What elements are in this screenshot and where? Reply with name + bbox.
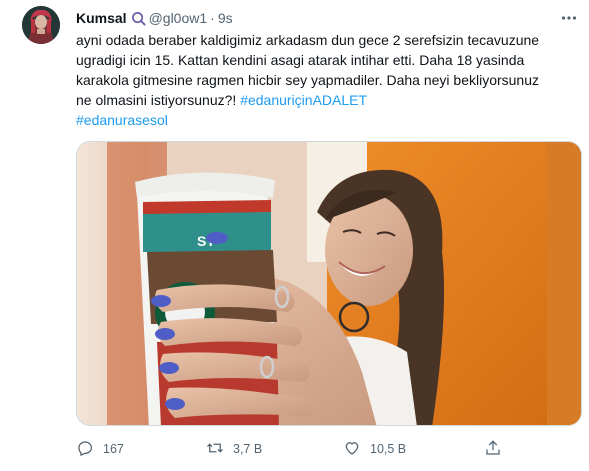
tweet-text: ayni odada beraber kaldigimiz arkadasm d… — [76, 30, 576, 130]
reply-button[interactable]: 167 — [76, 438, 124, 460]
hashtag-link[interactable]: #edanurasesol — [76, 112, 168, 128]
retweet-button[interactable]: 3,7 B — [206, 438, 262, 460]
magnifier-badge-icon — [131, 11, 146, 26]
tweet-text-line: ayni odada beraber kaldigimiz arkadasm d… — [76, 32, 540, 48]
tweet-text-line: karakola gitmesine ragmen hicbir sey yap… — [76, 72, 540, 88]
retweet-count: 3,7 B — [233, 442, 263, 456]
tweet-media-photo[interactable]: ST — [76, 141, 582, 426]
timestamp[interactable]: 9s — [218, 10, 233, 26]
heart-icon — [343, 439, 361, 460]
like-button[interactable]: 10,5 B — [343, 438, 406, 460]
display-name[interactable]: Kumsal — [76, 10, 127, 26]
tweet-text-line: ne olmasini istiyorsunuz?! #edanuriçinAD… — [76, 90, 576, 110]
like-count: 10,5 B — [370, 442, 407, 456]
share-icon — [484, 439, 502, 460]
tweet-header: Kumsal @gl0ow1 · 9s — [76, 9, 233, 27]
tweet-text-fragment: ne olmasini istiyorsunuz?! — [76, 92, 241, 108]
retweet-icon — [206, 439, 224, 460]
dot-separator: · — [210, 10, 215, 26]
handle[interactable]: @gl0ow1 — [149, 10, 208, 26]
more-icon[interactable] — [559, 8, 579, 28]
avatar[interactable] — [22, 6, 60, 44]
reply-icon — [76, 439, 94, 460]
hashtag-link[interactable]: #edanuriçinADALET — [240, 92, 367, 108]
tweet-actions: 167 3,7 B 10,5 B — [76, 438, 582, 460]
share-button[interactable] — [484, 438, 502, 460]
tweet[interactable]: Kumsal @gl0ow1 · 9s ayni odada beraber k… — [0, 0, 589, 471]
tweet-text-line: #edanurasesol — [76, 110, 576, 130]
reply-count: 167 — [103, 442, 124, 456]
tweet-text-line: ugradigi icin 15. Kattan kendini asagi a… — [76, 52, 525, 68]
